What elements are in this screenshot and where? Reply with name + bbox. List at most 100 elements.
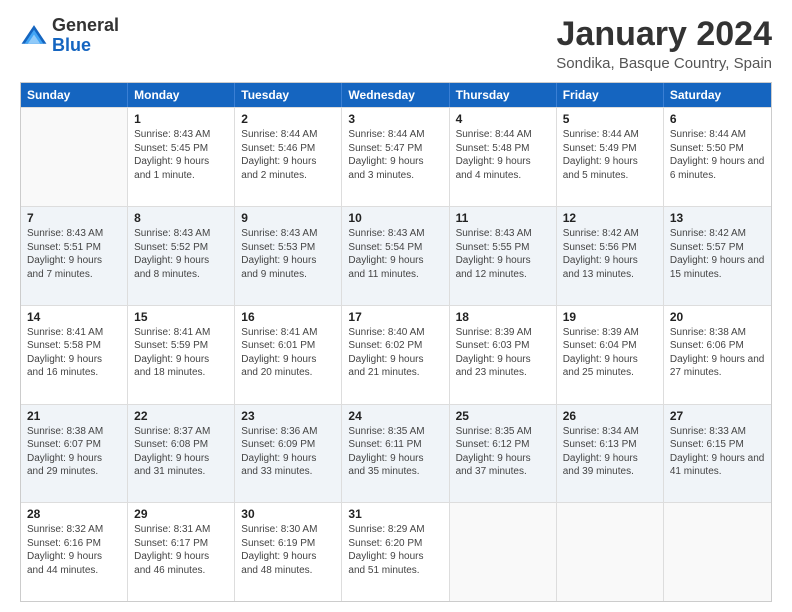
day-num-2-1: 15 xyxy=(134,310,228,324)
cal-cell-3-3: 24 Sunrise: 8:35 AMSunset: 6:11 PMDayligh… xyxy=(342,405,449,503)
cal-cell-1-0: 7Sunrise: 8:43 AMSunset: 5:51 PMDaylight… xyxy=(21,207,128,305)
cell-text-0-2: Sunrise: 8:44 AMSunset: 5:46 PMDaylight:… xyxy=(241,128,335,182)
logo-icon xyxy=(20,22,48,50)
cell-text-3-4: Sunrise: 8:35 AMSunset: 6:12 PMDaylight:… xyxy=(456,425,550,479)
cell-text-1-0: Sunrise: 8:43 AMSunset: 5:51 PMDaylight:… xyxy=(27,227,121,281)
cal-cell-1-1: 8Sunrise: 8:43 AMSunset: 5:52 PMDaylight… xyxy=(128,207,235,305)
cell-text-1-2: Sunrise: 8:43 AMSunset: 5:53 PMDaylight:… xyxy=(241,227,335,281)
cell-text-1-4: Sunrise: 8:43 AMSunset: 5:55 PMDaylight:… xyxy=(456,227,550,281)
day-num-3-1: 22 xyxy=(134,409,228,423)
cell-text-0-4: Sunrise: 8:44 AMSunset: 5:48 PMDaylight:… xyxy=(456,128,550,182)
cell-text-1-6: Sunrise: 8:42 AMSunset: 5:57 PMDaylight:… xyxy=(670,227,765,281)
cal-row-2: 14 Sunrise: 8:41 AMSunset: 5:58 PMDayligh… xyxy=(21,305,771,404)
cell-text-1-5: Sunrise: 8:42 AMSunset: 5:56 PMDaylight:… xyxy=(563,227,657,281)
day-num-2-6: 20 xyxy=(670,310,765,324)
weekday-monday: Monday xyxy=(128,83,235,107)
cell-text-3-3: Sunrise: 8:35 AMSunset: 6:11 PMDaylight:… xyxy=(348,425,442,479)
day-num-4-1: 29 xyxy=(134,507,228,521)
cal-row-4: 28Sunrise: 8:32 AMSunset: 6:16 PMDayligh… xyxy=(21,502,771,601)
location-subtitle: Sondika, Basque Country, Spain xyxy=(556,55,772,72)
cell-text-4-2: Sunrise: 8:30 AMSunset: 6:19 PMDaylight:… xyxy=(241,523,335,577)
cal-cell-2-6: 20 Sunrise: 8:38 AMSunset: 6:06 PMDayligh… xyxy=(664,306,771,404)
weekday-tuesday: Tuesday xyxy=(235,83,342,107)
day-num-3-4: 25 xyxy=(456,409,550,423)
cell-text-4-1: Sunrise: 8:31 AMSunset: 6:17 PMDaylight:… xyxy=(134,523,228,577)
day-num-1-3: 10 xyxy=(348,211,442,225)
cal-cell-1-5: 12 Sunrise: 8:42 AMSunset: 5:56 PMDayligh… xyxy=(557,207,664,305)
cal-cell-3-2: 23 Sunrise: 8:36 AMSunset: 6:09 PMDayligh… xyxy=(235,405,342,503)
title-block: January 2024 Sondika, Basque Country, Sp… xyxy=(556,16,772,72)
cal-cell-1-6: 13Sunrise: 8:42 AMSunset: 5:57 PMDayligh… xyxy=(664,207,771,305)
day-num-0-3: 3 xyxy=(348,112,442,126)
cal-cell-2-1: 15 Sunrise: 8:41 AMSunset: 5:59 PMDayligh… xyxy=(128,306,235,404)
day-num-0-1: 1 xyxy=(134,112,228,126)
cell-text-2-1: Sunrise: 8:41 AMSunset: 5:59 PMDaylight:… xyxy=(134,326,228,380)
cal-cell-4-6 xyxy=(664,503,771,601)
cell-text-2-5: Sunrise: 8:39 AMSunset: 6:04 PMDaylight:… xyxy=(563,326,657,380)
day-num-1-2: 9 xyxy=(241,211,335,225)
cal-cell-0-2: 2Sunrise: 8:44 AMSunset: 5:46 PMDaylight… xyxy=(235,108,342,206)
cell-text-4-3: Sunrise: 8:29 AMSunset: 6:20 PMDaylight:… xyxy=(348,523,442,577)
day-num-3-0: 21 xyxy=(27,409,121,423)
day-num-2-3: 17 xyxy=(348,310,442,324)
cell-text-3-0: Sunrise: 8:38 AMSunset: 6:07 PMDaylight:… xyxy=(27,425,121,479)
weekday-sunday: Sunday xyxy=(21,83,128,107)
calendar-header: Sunday Monday Tuesday Wednesday Thursday… xyxy=(21,83,771,107)
cell-text-3-2: Sunrise: 8:36 AMSunset: 6:09 PMDaylight:… xyxy=(241,425,335,479)
cal-cell-3-0: 21 Sunrise: 8:38 AMSunset: 6:07 PMDayligh… xyxy=(21,405,128,503)
cell-text-0-1: Sunrise: 8:43 AMSunset: 5:45 PMDaylight:… xyxy=(134,128,228,182)
day-num-4-0: 28 xyxy=(27,507,121,521)
cal-cell-0-4: 4Sunrise: 8:44 AMSunset: 5:48 PMDaylight… xyxy=(450,108,557,206)
cell-text-0-3: Sunrise: 8:44 AMSunset: 5:47 PMDaylight:… xyxy=(348,128,442,182)
logo-text: General Blue xyxy=(52,16,119,56)
cal-row-1: 7Sunrise: 8:43 AMSunset: 5:51 PMDaylight… xyxy=(21,206,771,305)
page: General Blue January 2024 Sondika, Basqu… xyxy=(0,0,792,612)
weekday-saturday: Saturday xyxy=(664,83,771,107)
weekday-thursday: Thursday xyxy=(450,83,557,107)
day-num-4-3: 31 xyxy=(348,507,442,521)
cell-text-2-6: Sunrise: 8:38 AMSunset: 6:06 PMDaylight:… xyxy=(670,326,765,380)
day-num-0-6: 6 xyxy=(670,112,765,126)
cal-cell-2-5: 19 Sunrise: 8:39 AMSunset: 6:04 PMDayligh… xyxy=(557,306,664,404)
cell-text-3-1: Sunrise: 8:37 AMSunset: 6:08 PMDaylight:… xyxy=(134,425,228,479)
cell-text-3-5: Sunrise: 8:34 AMSunset: 6:13 PMDaylight:… xyxy=(563,425,657,479)
cal-row-0: 1 Sunrise: 8:43 AMSunset: 5:45 PMDaylight… xyxy=(21,107,771,206)
calendar: Sunday Monday Tuesday Wednesday Thursday… xyxy=(20,82,772,602)
day-num-3-6: 27 xyxy=(670,409,765,423)
cal-cell-4-5 xyxy=(557,503,664,601)
cell-text-1-3: Sunrise: 8:43 AMSunset: 5:54 PMDaylight:… xyxy=(348,227,442,281)
cal-cell-0-5: 5Sunrise: 8:44 AMSunset: 5:49 PMDaylight… xyxy=(557,108,664,206)
cell-text-2-3: Sunrise: 8:40 AMSunset: 6:02 PMDaylight:… xyxy=(348,326,442,380)
weekday-friday: Friday xyxy=(557,83,664,107)
cal-cell-4-0: 28Sunrise: 8:32 AMSunset: 6:16 PMDayligh… xyxy=(21,503,128,601)
day-num-1-5: 12 xyxy=(563,211,657,225)
logo-blue: Blue xyxy=(52,36,119,56)
cal-cell-1-3: 10 Sunrise: 8:43 AMSunset: 5:54 PMDayligh… xyxy=(342,207,449,305)
day-num-2-5: 19 xyxy=(563,310,657,324)
cal-cell-1-4: 11Sunrise: 8:43 AMSunset: 5:55 PMDayligh… xyxy=(450,207,557,305)
cal-cell-2-0: 14 Sunrise: 8:41 AMSunset: 5:58 PMDayligh… xyxy=(21,306,128,404)
cal-cell-3-6: 27Sunrise: 8:33 AMSunset: 6:15 PMDayligh… xyxy=(664,405,771,503)
cal-cell-3-5: 26Sunrise: 8:34 AMSunset: 6:13 PMDayligh… xyxy=(557,405,664,503)
day-num-2-0: 14 xyxy=(27,310,121,324)
cal-cell-2-4: 18 Sunrise: 8:39 AMSunset: 6:03 PMDayligh… xyxy=(450,306,557,404)
cal-cell-3-4: 25 Sunrise: 8:35 AMSunset: 6:12 PMDayligh… xyxy=(450,405,557,503)
day-num-3-2: 23 xyxy=(241,409,335,423)
cell-text-2-0: Sunrise: 8:41 AMSunset: 5:58 PMDaylight:… xyxy=(27,326,121,380)
cell-text-2-2: Sunrise: 8:41 AMSunset: 6:01 PMDaylight:… xyxy=(241,326,335,380)
day-num-2-2: 16 xyxy=(241,310,335,324)
month-title: January 2024 xyxy=(556,16,772,53)
cal-cell-0-0 xyxy=(21,108,128,206)
cell-text-2-4: Sunrise: 8:39 AMSunset: 6:03 PMDaylight:… xyxy=(456,326,550,380)
logo-general: General xyxy=(52,16,119,36)
cell-text-0-5: Sunrise: 8:44 AMSunset: 5:49 PMDaylight:… xyxy=(563,128,657,182)
weekday-wednesday: Wednesday xyxy=(342,83,449,107)
cal-cell-0-6: 6Sunrise: 8:44 AMSunset: 5:50 PMDaylight… xyxy=(664,108,771,206)
cal-row-3: 21 Sunrise: 8:38 AMSunset: 6:07 PMDayligh… xyxy=(21,404,771,503)
cell-text-1-1: Sunrise: 8:43 AMSunset: 5:52 PMDaylight:… xyxy=(134,227,228,281)
header: General Blue January 2024 Sondika, Basqu… xyxy=(20,16,772,72)
day-num-3-3: 24 xyxy=(348,409,442,423)
calendar-body: 1 Sunrise: 8:43 AMSunset: 5:45 PMDaylight… xyxy=(21,107,771,601)
day-num-2-4: 18 xyxy=(456,310,550,324)
cal-cell-0-1: 1 Sunrise: 8:43 AMSunset: 5:45 PMDaylight… xyxy=(128,108,235,206)
